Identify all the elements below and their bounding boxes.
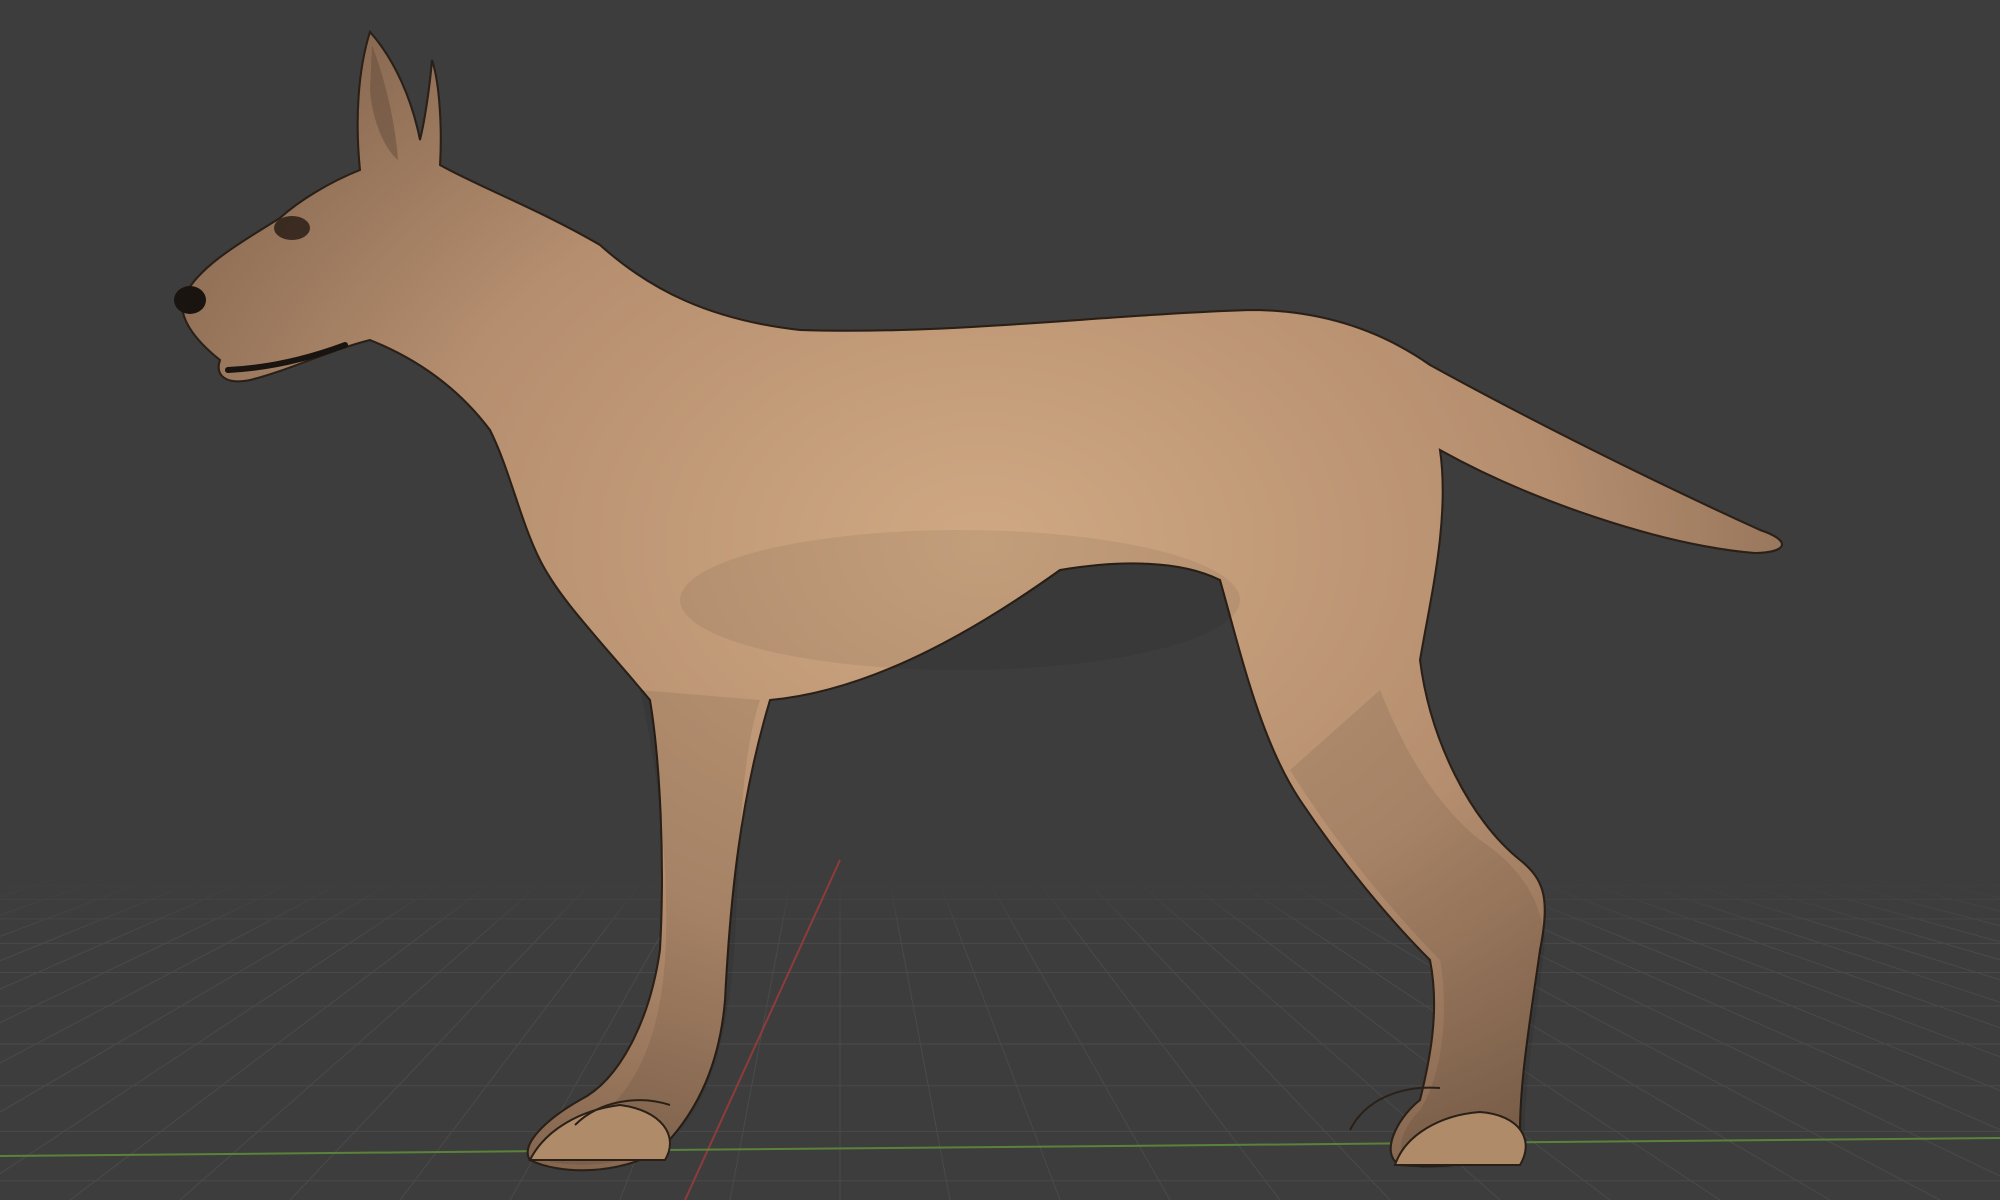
y-axis-line [0, 1137, 2000, 1157]
front-paw [528, 1103, 671, 1161]
dog-mesh[interactable] [174, 30, 1783, 1172]
3d-viewport[interactable] [0, 0, 2000, 1200]
floor-grid [0, 878, 2000, 1200]
eye [274, 216, 310, 240]
nose [174, 286, 206, 314]
body-shadow-belly [680, 530, 1240, 670]
grid-horizon-fade [0, 878, 2000, 938]
viewport-canvas[interactable] [0, 0, 2000, 1200]
